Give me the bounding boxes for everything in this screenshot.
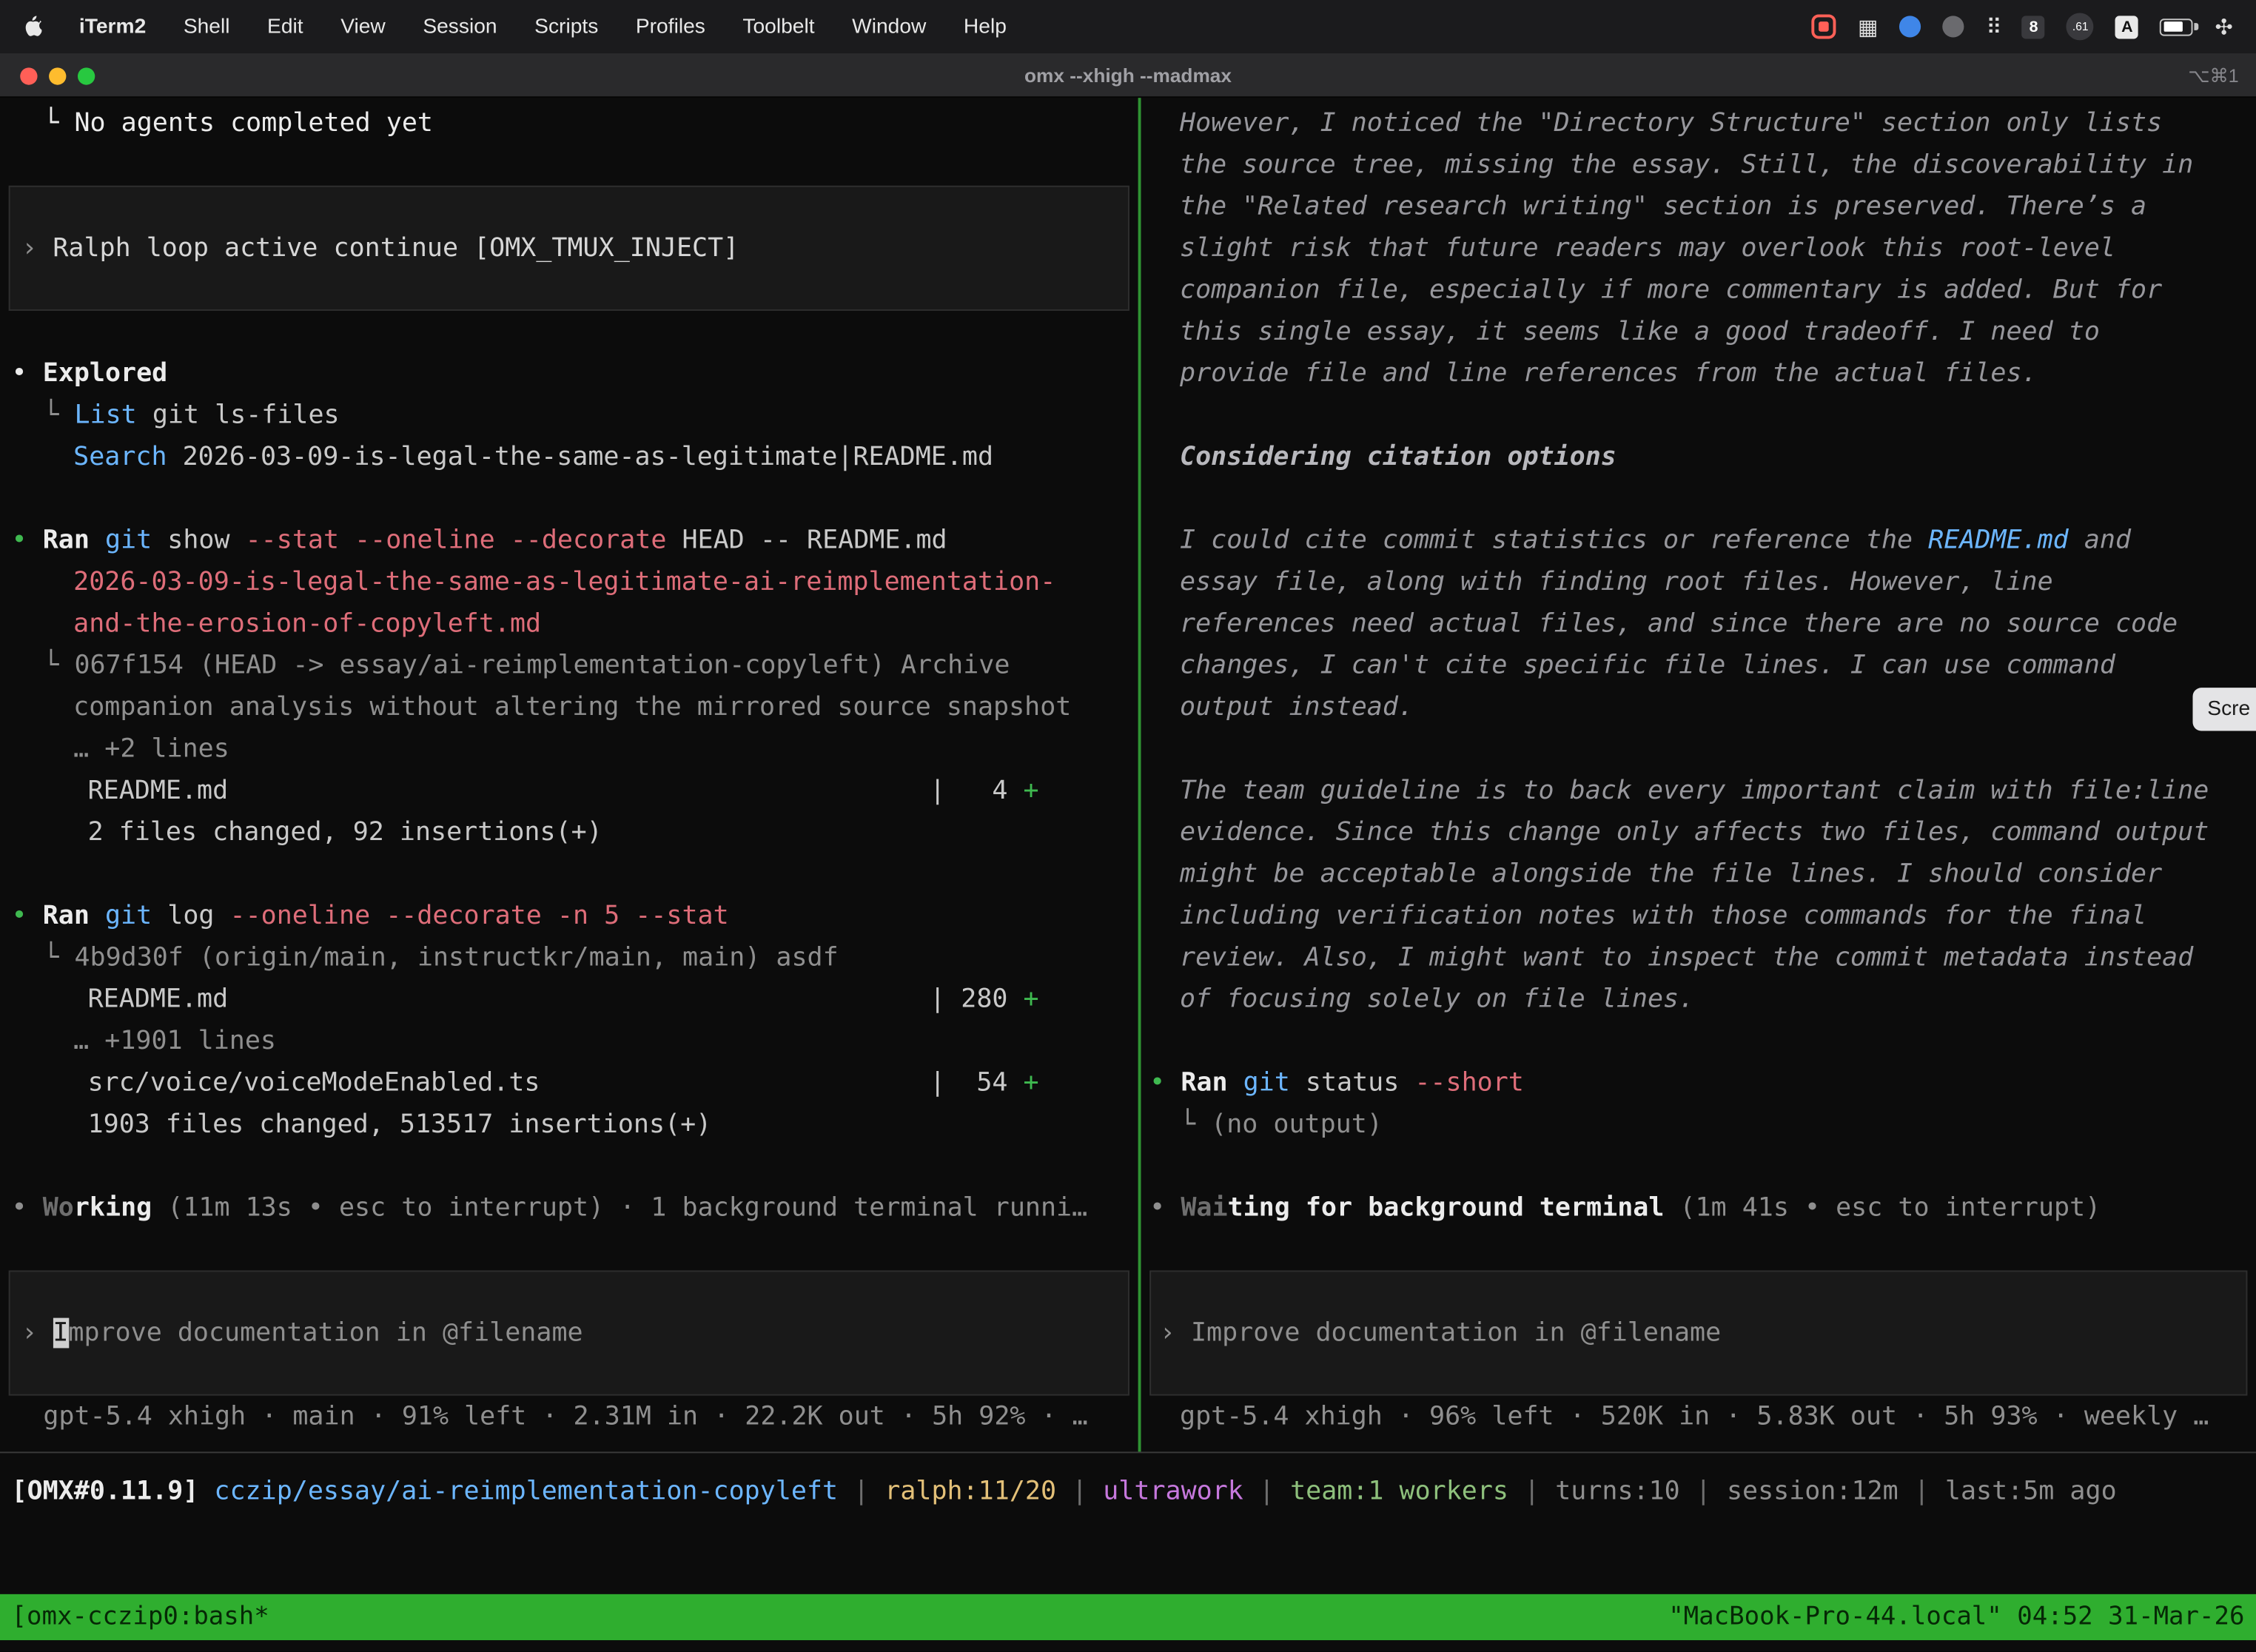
thinking-text: including verification notes with those … xyxy=(1141,895,2256,936)
ran-git-status-line: • Ran git status --short xyxy=(1141,1062,2256,1104)
more-lines-indicator: … +2 lines xyxy=(0,728,1138,770)
prompt-chevron: › xyxy=(21,1318,53,1349)
screen-share-overlay[interactable]: Scre xyxy=(2193,688,2256,731)
ran-git-log-line: • Ran git log --oneline --decorate -n 5 … xyxy=(0,895,1138,936)
window-shortcut-hint: ⌥⌘1 xyxy=(2188,53,2238,98)
omx-worktree-path: cczip/essay/ai-reimplementation-copyleft xyxy=(214,1476,838,1506)
omx-version: [OMX#0.11.9] xyxy=(12,1476,215,1506)
menu-shell[interactable]: Shell xyxy=(184,15,230,38)
readme-file-link[interactable]: README.md xyxy=(1928,526,2069,556)
omx-status-bar: [OMX#0.11.9] cczip/essay/ai-reimplementa… xyxy=(12,1471,2117,1512)
essay-filename-line: 2026-03-09-is-legal-the-same-as-legitima… xyxy=(0,561,1138,602)
menu-view[interactable]: View xyxy=(340,15,386,38)
diffstat-line: README.md | 4 + xyxy=(0,770,1138,811)
desktop: iTerm2 Shell Edit View Session Scripts P… xyxy=(0,0,2256,1652)
thinking-text: the source tree, missing the essay. Stil… xyxy=(1141,144,2256,185)
thinking-text: the "Related research writing" section i… xyxy=(1141,186,2256,227)
numkey-status-icon[interactable]: 8 xyxy=(2022,15,2045,38)
thinking-text: slight risk that future readers may over… xyxy=(1141,227,2256,269)
pane-right[interactable]: However, I noticed the "Directory Struct… xyxy=(1141,98,2256,1451)
launchpad-dots-icon[interactable]: ⠿ xyxy=(1986,13,2000,39)
waiting-status-line: • Waiting for background terminal (1m 41… xyxy=(1141,1187,2256,1229)
thinking-text: of focusing solely on file lines. xyxy=(1141,978,2256,1020)
text-cursor: I xyxy=(53,1318,68,1349)
pane-bottom-border xyxy=(0,1451,2256,1453)
commit-meta-line: └ 4b9d30f (origin/main, instructkr/main,… xyxy=(0,936,1138,978)
pane-left[interactable]: └ No agents completed yet › Ralph loop a… xyxy=(0,98,1138,1451)
menu-bar-left: iTerm2 Shell Edit View Session Scripts P… xyxy=(23,15,1007,38)
explored-header: • Explored xyxy=(0,352,1138,394)
thinking-text: I could cite commit statistics or refere… xyxy=(1141,520,2256,561)
menu-bar: iTerm2 Shell Edit View Session Scripts P… xyxy=(0,0,2256,53)
working-status-line: • Working (11m 13s • esc to interrupt) ·… xyxy=(0,1187,1138,1229)
window-title: omx --xhigh --madmax xyxy=(0,53,2256,98)
menu-help[interactable]: Help xyxy=(964,15,1007,38)
model-status-line-left: gpt-5.4 xhigh · main · 91% left · 2.31M … xyxy=(0,1396,1138,1437)
menu-app-iterm2[interactable]: iTerm2 xyxy=(79,15,146,38)
model-status-line-right: gpt-5.4 xhigh · 96% left · 520K in · 5.8… xyxy=(1141,1396,2256,1437)
input-placeholder: Improve documentation in @filename xyxy=(1191,1318,1721,1349)
menu-toolbelt[interactable]: Toolbelt xyxy=(742,15,814,38)
thinking-text: review. Also, I might want to inspect th… xyxy=(1141,936,2256,978)
command-input-left[interactable]: › Improve documentation in @filename xyxy=(9,1270,1129,1395)
explored-row-list: └ List git ls-files xyxy=(0,394,1138,436)
essay-filename-line: and-the-erosion-of-copyleft.md xyxy=(0,602,1138,644)
omx-session: session:12m xyxy=(1727,1476,1899,1506)
agents-status-line: └ No agents completed yet xyxy=(0,102,1138,144)
omx-ralph-counter: ralph:11/20 xyxy=(884,1476,1056,1506)
input-placeholder: mprove documentation in @filename xyxy=(68,1318,583,1349)
thinking-text: this single essay, it seems like a good … xyxy=(1141,311,2256,352)
input-source-icon[interactable]: A xyxy=(2115,15,2138,38)
commit-meta-line: └ 067f154 (HEAD -> essay/ai-reimplementa… xyxy=(0,645,1138,686)
thinking-text: companion file, especially if more comme… xyxy=(1141,269,2256,311)
diffstat-summary: 2 files changed, 92 insertions(+) xyxy=(0,811,1138,853)
menu-scripts[interactable]: Scripts xyxy=(534,15,598,38)
percent-badge-icon[interactable]: .61 xyxy=(2067,13,2094,40)
diffstat-summary: 1903 files changed, 513517 insertions(+) xyxy=(0,1104,1138,1145)
ralph-loop-banner: › Ralph loop active continue [OMX_TMUX_I… xyxy=(9,186,1129,311)
omx-last: last:5m ago xyxy=(1945,1476,2117,1506)
thinking-text: essay file, along with finding root file… xyxy=(1141,561,2256,602)
menu-bar-status-icons: ▦ ⠿ 8 .61 A ✣ xyxy=(1812,13,2233,40)
thinking-text: references need actual files, and since … xyxy=(1141,602,2256,644)
menu-profiles[interactable]: Profiles xyxy=(636,15,705,38)
omx-mode: ultrawork xyxy=(1103,1476,1243,1506)
fan-status-icon[interactable]: ✣ xyxy=(2215,13,2232,39)
thinking-heading: Considering citation options xyxy=(1141,436,2256,477)
diffstat-line: src/voice/voiceModeEnabled.ts | 54 + xyxy=(0,1062,1138,1104)
dark-app-status-icon[interactable] xyxy=(1943,16,1964,37)
prompt-chevron: › xyxy=(21,233,53,263)
thinking-text: However, I noticed the "Directory Struct… xyxy=(1141,102,2256,144)
thinking-text: might be acceptable alongside the file l… xyxy=(1141,853,2256,895)
thinking-text: provide file and line references from th… xyxy=(1141,352,2256,394)
menu-window[interactable]: Window xyxy=(852,15,926,38)
thinking-text: changes, I can't cite specific file line… xyxy=(1141,645,2256,686)
diffstat-line: README.md | 280 + xyxy=(0,978,1138,1020)
ralph-loop-text: Ralph loop active continue [OMX_TMUX_INJ… xyxy=(53,233,739,263)
no-output-line: └ (no output) xyxy=(1141,1104,2256,1145)
thinking-text: output instead. xyxy=(1141,686,2256,728)
omx-team: team:1 workers xyxy=(1290,1476,1508,1506)
omx-turns: turns:10 xyxy=(1555,1476,1680,1506)
terminal: └ No agents completed yet › Ralph loop a… xyxy=(0,98,2256,1594)
command-input-right[interactable]: › Improve documentation in @filename xyxy=(1149,1270,2247,1395)
prompt-chevron: › xyxy=(1160,1318,1191,1349)
window-title-bar[interactable]: omx --xhigh --madmax ⌥⌘1 xyxy=(0,53,2256,98)
thinking-text: evidence. Since this change only affects… xyxy=(1141,811,2256,853)
apple-menu-icon[interactable] xyxy=(23,15,41,38)
battery-icon[interactable] xyxy=(2161,18,2194,35)
blue-app-status-icon[interactable] xyxy=(1900,16,1921,37)
thinking-text: The team guideline is to back every impo… xyxy=(1141,770,2256,811)
tmux-host-clock: "MacBook-Pro-44.local" 04:52 31-Mar-26 xyxy=(1668,1603,2244,1632)
grid-status-icon[interactable]: ▦ xyxy=(1858,13,1879,39)
menu-edit[interactable]: Edit xyxy=(267,15,303,38)
menu-session[interactable]: Session xyxy=(423,15,497,38)
commit-meta-line: companion analysis without altering the … xyxy=(0,686,1138,728)
explored-row-search: Search 2026-03-09-is-legal-the-same-as-l… xyxy=(0,436,1138,477)
more-lines-indicator: … +1901 lines xyxy=(0,1020,1138,1061)
screen-recording-stop-icon[interactable] xyxy=(1812,14,1836,38)
tmux-session-name: [omx-cczip0:bash* xyxy=(12,1603,269,1632)
ran-git-show-line: • Ran git show --stat --oneline --decora… xyxy=(0,520,1138,561)
tmux-status-bar: [omx-cczip0:bash* "MacBook-Pro-44.local"… xyxy=(0,1594,2256,1640)
